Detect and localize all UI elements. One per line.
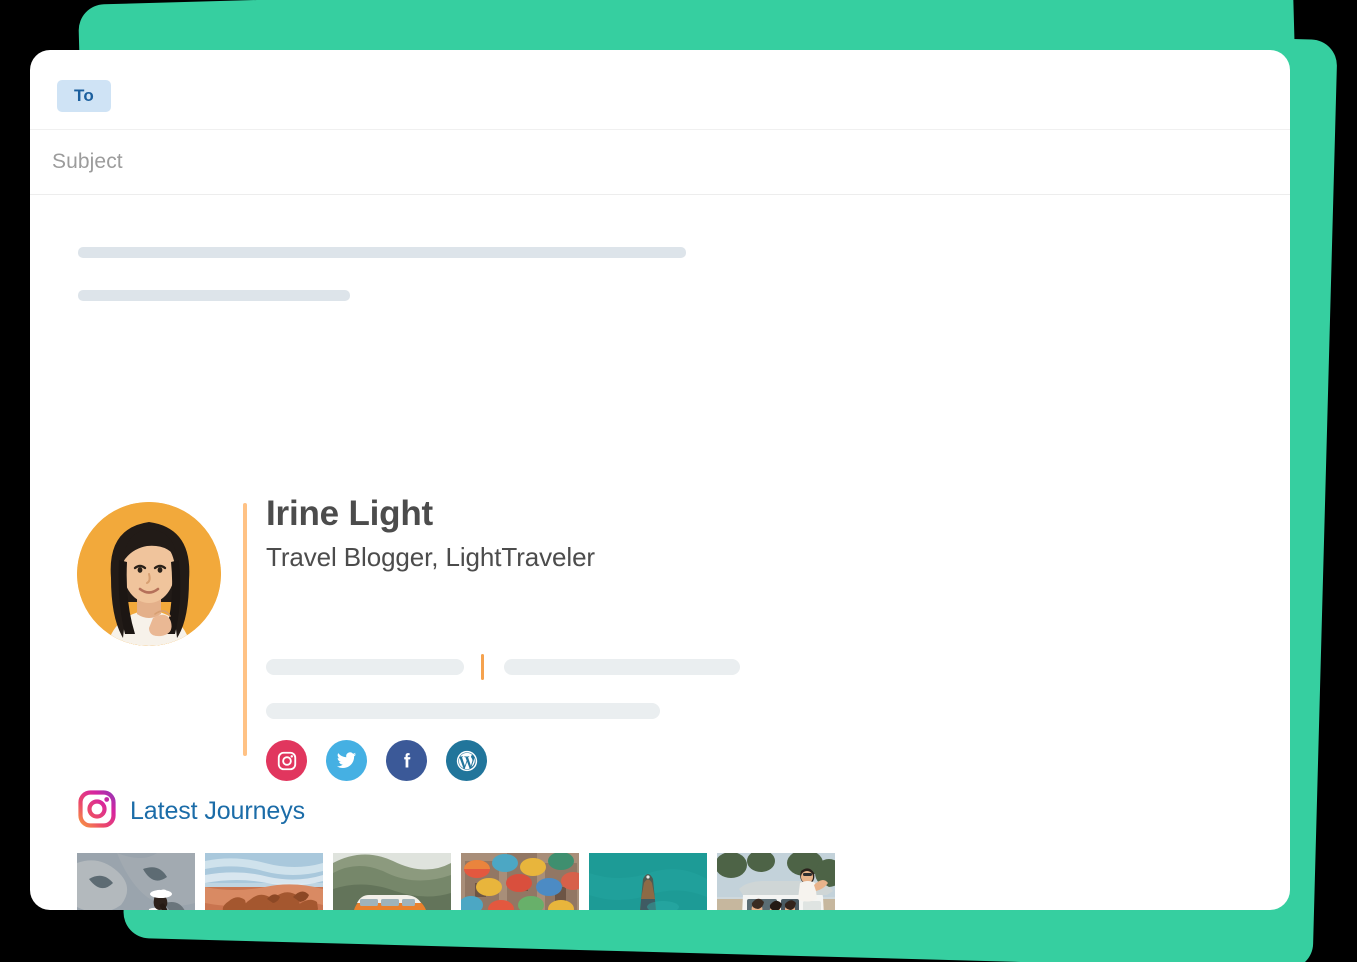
signature-name: Irine Light: [266, 494, 433, 533]
signature-identity: Irine Light Travel Blogger, LightTravele…: [266, 494, 595, 572]
thumbnail-cliff-woman[interactable]: [77, 853, 195, 910]
twitter-icon[interactable]: [326, 740, 367, 781]
thumbnail-orange-van[interactable]: [333, 853, 451, 910]
contact-skeleton-website: [266, 703, 660, 719]
contact-divider: [481, 654, 484, 680]
email-composer-card: To Subject Irine Light Travel Blogger, L…: [30, 50, 1290, 910]
subject-input-placeholder[interactable]: Subject: [52, 150, 123, 174]
signature-social-row: [266, 740, 487, 781]
instagram-gradient-icon: [75, 787, 119, 836]
wordpress-icon[interactable]: [446, 740, 487, 781]
contact-skeleton-phone: [266, 659, 464, 675]
compose-subject-row[interactable]: Subject: [30, 130, 1290, 195]
instagram-icon[interactable]: [266, 740, 307, 781]
body-skeleton-line-2: [78, 290, 350, 301]
thumbnail-aerial-boat[interactable]: [589, 853, 707, 910]
signature-accent-bar: [243, 503, 247, 756]
facebook-icon[interactable]: [386, 740, 427, 781]
compose-to-row[interactable]: To: [30, 50, 1290, 130]
thumbnail-white-van-friends[interactable]: [717, 853, 835, 910]
avatar: [77, 502, 221, 646]
latest-journeys-header: Latest Journeys: [75, 787, 305, 836]
to-field-badge[interactable]: To: [57, 80, 111, 112]
signature-title: Travel Blogger, LightTraveler: [266, 541, 595, 572]
contact-skeleton-email: [504, 659, 740, 675]
body-skeleton-line-1: [78, 247, 686, 258]
thumbnail-desert-camels[interactable]: [205, 853, 323, 910]
screenshot-canvas: To Subject Irine Light Travel Blogger, L…: [0, 0, 1357, 962]
journeys-thumbnail-strip: [77, 853, 835, 910]
thumbnail-umbrella-street[interactable]: [461, 853, 579, 910]
latest-journeys-label: Latest Journeys: [130, 797, 305, 825]
